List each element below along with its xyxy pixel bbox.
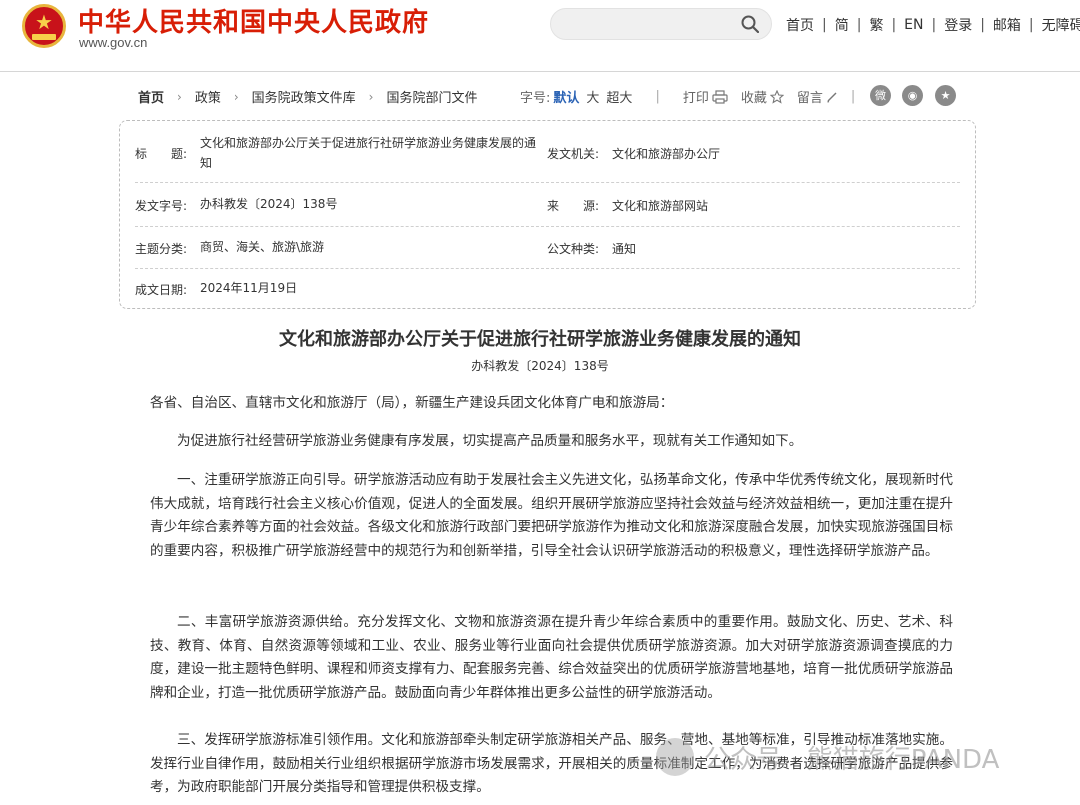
search-input[interactable] <box>550 8 772 40</box>
favorite-share-icon[interactable]: ★ <box>935 85 956 106</box>
article-salutation: 各省、自治区、直辖市文化和旅游厅（局），新疆生产建设兵团文化体育广电和旅游局： <box>150 395 674 411</box>
pen-icon <box>827 92 837 103</box>
favorite-button[interactable]: 收藏 <box>741 87 784 106</box>
info-row-docno: 发文字号: 办科教发〔2024〕138号 来 源: 文化和旅游部网站 <box>135 183 960 227</box>
font-size-default-button[interactable]: 默认 <box>553 87 579 106</box>
title-label: 标 题: <box>135 147 188 161</box>
national-emblem-logo[interactable]: ★ <box>22 4 66 48</box>
top-nav: 首页 | 简 | 繁 | EN | 登录 | 邮箱 | 无障碍 <box>786 15 1080 35</box>
font-size-label: 字号: <box>520 91 551 106</box>
site-url: www.gov.cn <box>79 35 148 50</box>
issuer-value: 文化和旅游部办公厅 <box>612 147 721 161</box>
docno-label: 发文字号: <box>135 199 188 213</box>
topic-label: 主题分类: <box>135 242 188 256</box>
title-value: 文化和旅游部办公厅关于促进旅行社研学旅游业务健康发展的通知 <box>200 136 537 170</box>
wechat-share-icon[interactable]: ◉ <box>902 85 923 106</box>
article-paragraph-intro: 为促进旅行社经营研学旅游业务健康有序发展，切实提高产品质量和服务水平，现就有关工… <box>177 433 803 449</box>
print-label: 打印 <box>682 91 709 106</box>
source-value: 文化和旅游部网站 <box>612 199 709 213</box>
print-button[interactable]: 打印 <box>683 87 728 106</box>
weibo-share-icon[interactable]: 微 <box>870 85 891 106</box>
font-size-large-button[interactable]: 大 <box>586 87 599 106</box>
search-icon[interactable] <box>741 15 759 33</box>
article-doc-number: 办科教发〔2024〕138号 <box>471 359 609 373</box>
nav-english[interactable]: EN <box>904 17 923 33</box>
docno-value: 办科教发〔2024〕138号 <box>200 197 338 211</box>
breadcrumb-policy-library[interactable]: 国务院政策文件库 <box>252 87 356 106</box>
breadcrumb-home[interactable]: 首页 <box>138 87 164 106</box>
article-toolbar: 字号: 默认 大 超大 | 打印 收藏 留言 | <box>520 87 856 106</box>
nav-mail[interactable]: 邮箱 <box>993 15 1021 35</box>
source-label: 来 源: <box>547 199 600 213</box>
info-row-title: 标 题: 文化和旅游部办公厅关于促进旅行社研学旅游业务健康发展的通知 发文机关:… <box>135 127 960 183</box>
article-paragraph-2: 二、丰富研学旅游资源供给。充分发挥文化、文物和旅游资源在提升青少年综合素质中的重… <box>150 614 953 701</box>
issuer-label: 发文机关: <box>547 147 600 161</box>
chevron-right-icon: › <box>368 89 374 104</box>
info-row-topic: 主题分类: 商贸、海关、旅游\旅游 公文种类: 通知 <box>135 227 960 269</box>
article-title: 文化和旅游部办公厅关于促进旅行社研学旅游业务健康发展的通知 <box>279 329 801 350</box>
comment-button[interactable]: 留言 <box>797 87 838 106</box>
article-paragraph-3: 三、发挥研学旅游标准引领作用。文化和旅游部牵头制定研学旅游相关产品、服务、营地、… <box>150 732 953 795</box>
type-label: 公文种类: <box>547 242 600 256</box>
document-info-table: 标 题: 文化和旅游部办公厅关于促进旅行社研学旅游业务健康发展的通知 发文机关:… <box>119 120 976 309</box>
nav-traditional[interactable]: 繁 <box>869 15 883 35</box>
nav-accessibility[interactable]: 无障碍 <box>1042 15 1080 35</box>
breadcrumb-department-docs[interactable]: 国务院部门文件 <box>386 87 477 106</box>
comment-label: 留言 <box>796 91 823 106</box>
chevron-right-icon: › <box>233 89 239 104</box>
info-row-date: 成文日期: 2024年11月19日 <box>135 269 960 307</box>
site-title[interactable]: 中华人民共和国中央人民政府 <box>78 2 429 39</box>
date-value: 2024年11月19日 <box>200 281 298 295</box>
favorite-label: 收藏 <box>740 91 767 106</box>
font-size-xlarge-button[interactable]: 超大 <box>606 87 632 106</box>
date-label: 成文日期: <box>135 283 188 297</box>
topic-value: 商贸、海关、旅游\旅游 <box>200 240 325 254</box>
breadcrumb-policy[interactable]: 政策 <box>195 87 221 106</box>
nav-login[interactable]: 登录 <box>944 15 972 35</box>
article-paragraph-1: 一、注重研学旅游正向引导。研学旅游活动应有助于发展社会主义先进文化，弘扬革命文化… <box>150 472 953 559</box>
nav-home[interactable]: 首页 <box>786 15 814 35</box>
star-icon <box>769 89 784 104</box>
chevron-right-icon: › <box>177 89 182 104</box>
printer-icon <box>712 89 728 104</box>
site-header: ★ 中华人民共和国中央人民政府 www.gov.cn 首页 | 简 | 繁 | EN |… <box>0 0 1080 72</box>
type-value: 通知 <box>612 242 637 256</box>
nav-simplified[interactable]: 简 <box>835 15 849 35</box>
breadcrumb: 首页 › 政策 › 国务院政策文件库 › 国务院部门文件 <box>138 87 478 107</box>
